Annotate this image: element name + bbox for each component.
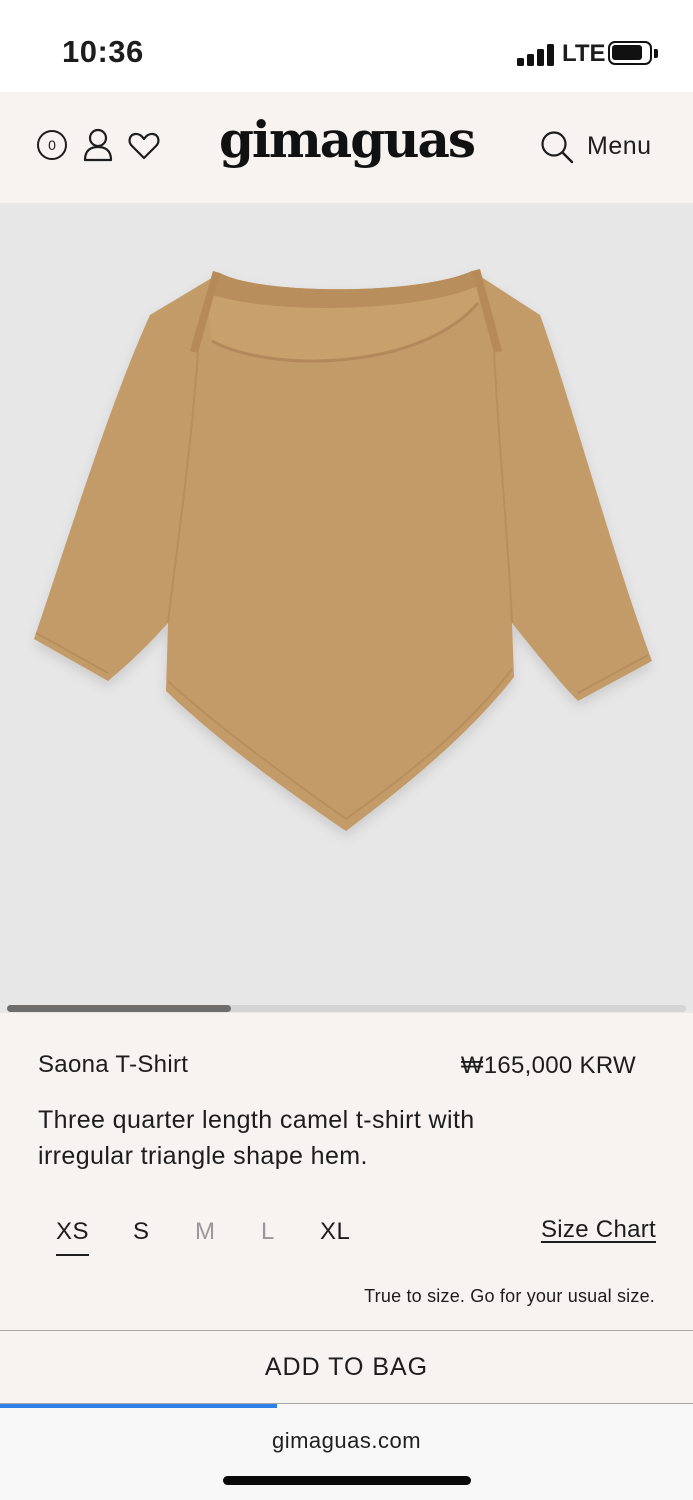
size-option-s[interactable]: S: [133, 1218, 150, 1246]
battery-cap: [654, 49, 658, 58]
browser-address-bar: gimaguas.com: [0, 1404, 693, 1500]
size-option-xl[interactable]: XL: [320, 1218, 350, 1246]
network-type: LTE: [562, 40, 606, 67]
product-image: [34, 269, 652, 831]
product-price: ₩165,000 KRW: [460, 1052, 636, 1079]
home-indicator[interactable]: [223, 1476, 471, 1485]
search-button[interactable]: [540, 130, 574, 169]
product-name: Saona T-Shirt: [38, 1051, 189, 1078]
clipped-text: [55, 1322, 95, 1330]
page-load-progress: [0, 1404, 277, 1408]
add-to-bag-button[interactable]: ADD TO BAG: [0, 1331, 693, 1403]
size-option-xs[interactable]: XS: [56, 1218, 90, 1256]
search-icon: [541, 131, 574, 164]
menu-button[interactable]: Menu: [587, 132, 652, 161]
size-option-l[interactable]: L: [261, 1218, 275, 1246]
size-option-m[interactable]: M: [195, 1218, 216, 1246]
gallery-scroll-thumb[interactable]: [7, 1005, 231, 1012]
product-description: Three quarter length camel t-shirt with …: [38, 1106, 475, 1170]
product-image-gallery[interactable]: [0, 203, 693, 1013]
gallery-scroll-track[interactable]: [7, 1005, 686, 1012]
size-chart-link[interactable]: Size Chart: [541, 1216, 656, 1244]
status-time: 10:36: [62, 34, 144, 69]
fit-note: True to size. Go for your usual size.: [364, 1286, 655, 1306]
cellular-signal-icon: [517, 44, 555, 66]
t-shirt-shape: [34, 269, 652, 831]
site-header: 0 gimaguas Menu: [0, 92, 693, 203]
add-to-bag-bar: ADD TO BAG: [0, 1330, 693, 1404]
status-bar: 10:36 LTE: [0, 0, 693, 92]
url-field[interactable]: gimaguas.com: [0, 1428, 693, 1454]
battery-icon: [608, 41, 652, 65]
